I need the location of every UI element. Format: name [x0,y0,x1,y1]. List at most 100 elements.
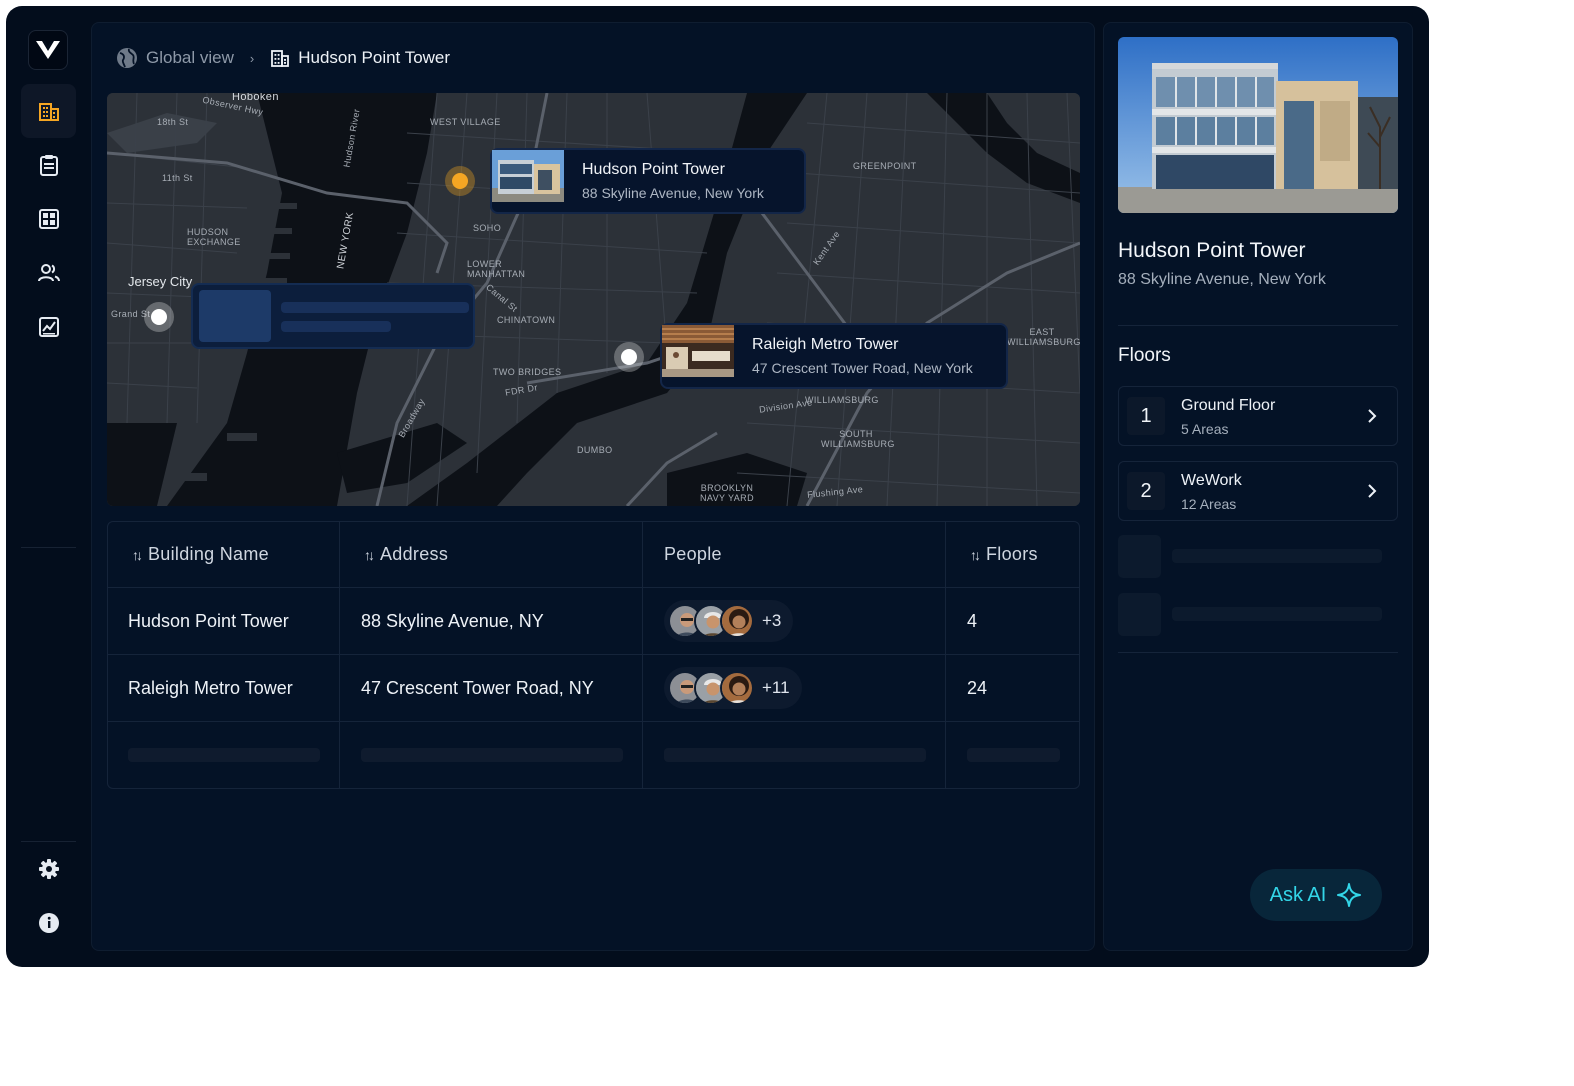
map-label: SOUTH WILLIAMSBURG [821,429,895,449]
card-title: Hudson Point Tower [582,161,725,178]
card-title: Raleigh Metro Tower [752,336,899,353]
card-address: 88 Skyline Avenue, New York [582,185,764,201]
detail-address: 88 Skyline Avenue, New York [1118,271,1326,288]
floor-areas: 12 Areas [1181,496,1237,512]
map-label: DUMBO [577,445,613,455]
buildings-table: ↑↓ Building Name ↑↓ Address People ↑↓ Fl… [107,521,1080,789]
floor-item-wework[interactable]: 2 WeWork 12 Areas [1118,461,1398,521]
floor-name: Ground Floor [1181,397,1276,414]
column-header-address[interactable]: ↑↓ Address [340,522,643,587]
building-thumbnail [662,325,740,382]
breadcrumb: Global view › Hudson Point Tower [116,45,450,71]
breadcrumb-root[interactable]: Global view [146,48,234,68]
grid-icon [38,209,59,229]
avatar [720,604,754,638]
detail-panel: Hudson Point Tower 88 Skyline Avenue, Ne… [1103,22,1413,951]
floor-number: 2 [1127,472,1165,510]
column-header-label: Building Name [148,544,269,564]
app-window: Global view › Hudson Point Tower Hoboken… [6,6,1429,967]
map-label: WILLIAMSBURG [805,395,879,405]
table-row[interactable]: Hudson Point Tower 88 Skyline Avenue, NY… [108,588,1079,655]
map-pin-jersey[interactable] [144,302,174,332]
people-icon [37,264,60,282]
column-header-floors[interactable]: ↑↓ Floors [946,522,1079,587]
sidebar-item-people[interactable] [21,246,76,300]
sparkle-icon [1337,883,1362,907]
column-header-building-name[interactable]: ↑↓ Building Name [108,522,340,587]
gear-icon [38,859,59,879]
cell-address: 47 Crescent Tower Road, NY [340,655,643,721]
building-icon [271,50,290,67]
map-card-hudson[interactable]: Hudson Point Tower 88 Skyline Avenue, Ne… [490,148,806,214]
info-icon [38,913,59,933]
cell-floors: 24 [967,677,988,698]
floor-number: 1 [1127,397,1165,435]
sidebar-item-reports[interactable] [21,138,76,192]
floor-skeleton-line [1172,549,1382,563]
map-label: Jersey City [128,274,193,289]
detail-title: Hudson Point Tower [1118,239,1306,262]
map-label: 11th St [162,173,193,183]
sidebar-item-analytics[interactable] [21,300,76,354]
cell-building-name: Hudson Point Tower [108,588,340,654]
map-label: EAST WILLIAMSBURG [1007,327,1080,347]
map-label: CHINATOWN [497,315,556,325]
floors-heading: Floors [1118,345,1171,366]
map-label: BROOKLYN NAVY YARD [700,483,754,503]
floor-item-ground[interactable]: 1 Ground Floor 5 Areas [1118,386,1398,446]
people-avatars[interactable]: +3 [664,600,794,642]
sidebar-item-areas[interactable] [21,192,76,246]
people-more-count: +11 [762,678,790,697]
cell-floors: 4 [967,610,978,631]
chevron-right-icon [1368,484,1377,498]
map-pin-raleigh[interactable] [614,342,644,372]
divider [1118,325,1398,326]
sidebar-item-buildings[interactable] [21,84,76,138]
globe-icon [117,48,137,68]
cell-people: +11 [643,655,946,721]
app-logo[interactable] [28,30,68,70]
building-photo [1118,37,1398,213]
sort-icon: ↑↓ [970,546,981,563]
table-row-loading [108,722,1079,788]
map[interactable]: Hoboken Observer Hwy 18th St 11th St HUD… [107,93,1080,506]
logo-icon [36,40,60,59]
building-thumbnail [492,150,570,207]
ask-ai-button[interactable]: Ask AI [1250,869,1382,921]
divider [1118,652,1398,653]
table-header-row: ↑↓ Building Name ↑↓ Address People ↑↓ Fl… [108,522,1079,588]
clipboard-icon [39,155,58,176]
main-panel: Global view › Hudson Point Tower Hoboken… [91,22,1095,951]
table-row[interactable]: Raleigh Metro Tower 47 Crescent Tower Ro… [108,655,1079,722]
chart-icon [38,317,59,337]
sort-icon: ↑↓ [364,546,375,563]
skeleton-thumbnail [199,290,271,342]
settings-button[interactable] [21,842,76,896]
map-pin-hudson[interactable] [445,166,475,196]
sort-icon: ↑↓ [132,546,143,563]
column-header-label: Floors [986,544,1038,564]
chevron-right-icon [1368,409,1377,423]
column-header-label: Address [380,544,449,564]
chevron-right-icon: › [249,50,255,66]
map-label: 18th St [157,117,189,127]
sidebar-divider [21,547,76,548]
map-label: GREENPOINT [853,161,917,171]
map-label: SOHO [473,223,502,233]
floor-areas: 5 Areas [1181,421,1229,437]
people-avatars[interactable]: +11 [664,667,802,709]
floor-skeleton [1118,535,1161,578]
sidebar [6,6,86,967]
building-icon [38,103,59,121]
cell-people: +3 [643,588,946,654]
column-header-people: People [643,522,946,587]
map-label: TWO BRIDGES [493,367,562,377]
people-more-count: +3 [762,611,782,630]
cell-address: 88 Skyline Avenue, NY [340,588,643,654]
map-label: LOWER MANHATTAN [467,259,526,279]
ask-ai-label: Ask AI [1269,883,1327,906]
info-button[interactable] [21,896,76,950]
floor-skeleton-line [1172,607,1382,621]
map-card-raleigh[interactable]: Raleigh Metro Tower 47 Crescent Tower Ro… [660,323,1008,389]
map-label: WEST VILLAGE [430,117,501,127]
